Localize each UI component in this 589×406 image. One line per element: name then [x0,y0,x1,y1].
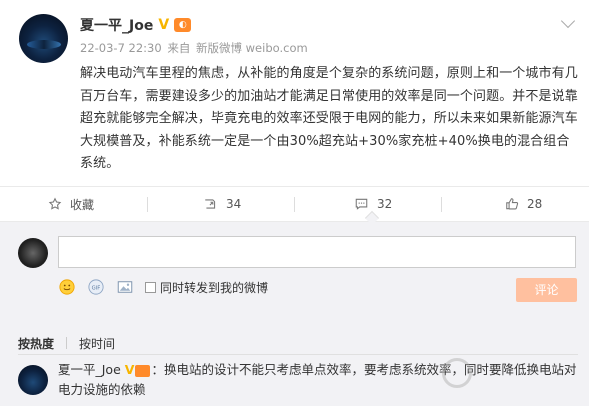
comment-input[interactable] [58,236,576,268]
tab-sort-hot[interactable]: 按热度 [18,335,54,352]
repost-count: 34 [226,197,242,211]
repost-icon [205,199,216,209]
current-user-avatar[interactable] [18,238,48,268]
source-prefix: 来自 [167,41,191,55]
member-badge-icon [135,364,151,377]
verified-icon: V [124,362,135,377]
sort-tabs: 按热度 按时间 [18,335,115,352]
verified-icon: V [158,16,170,33]
svg-text:GIF: GIF [92,285,101,291]
emoji-icon[interactable] [58,278,76,296]
repost-button[interactable]: 34 [203,187,241,221]
submit-comment-button[interactable]: 评论 [516,278,577,302]
image-icon[interactable] [116,278,134,296]
member-badge-icon[interactable]: ◐ [174,18,192,32]
comment-section: GIF 同时转发到我的微博 评论 按热度 按时间 夏一平_Joe V ：换电站的设… [0,222,589,406]
chevron-down-icon[interactable] [560,13,576,29]
comment-icon [355,198,368,210]
like-button[interactable]: 28 [505,187,542,221]
composer-tools: GIF 同时转发到我的微博 [58,276,268,298]
favorite-label: 收藏 [70,197,95,212]
repost-checkbox[interactable] [145,281,156,293]
repost-option-label: 同时转发到我的微博 [160,280,269,295]
post-source[interactable]: 新版微博 weibo.com [196,41,308,55]
gif-icon[interactable]: GIF [87,278,105,296]
watermark-icon [442,358,472,388]
post-text: 解决电动汽车里程的焦虑，从补能的角度是个复杂的系统问题，原则上和一个城市有几百万… [80,66,578,171]
comment-count: 32 [377,197,393,211]
commenter-name[interactable]: 夏一平_Joe [58,362,121,377]
divider [441,197,442,212]
action-bar: 收藏 34 32 28 [0,186,589,226]
author-name[interactable]: 夏一平_Joe [80,15,153,35]
divider [66,337,68,349]
divider [147,197,148,212]
like-count: 28 [527,197,543,211]
divider [294,197,295,212]
watermark-logo [442,348,582,398]
commenter-avatar[interactable] [18,365,48,395]
author-row: 夏一平_Joe V ◐ [80,15,192,35]
post-meta: 22-03-7 22:30 来自 新版微博 weibo.com [80,40,310,56]
author-avatar[interactable] [19,14,68,63]
star-icon [48,197,62,210]
favorite-button[interactable]: 收藏 [48,187,94,221]
tab-sort-time[interactable]: 按时间 [79,335,115,352]
post-time[interactable]: 22-03-7 22:30 [80,41,162,55]
thumbs-up-icon [506,198,519,210]
